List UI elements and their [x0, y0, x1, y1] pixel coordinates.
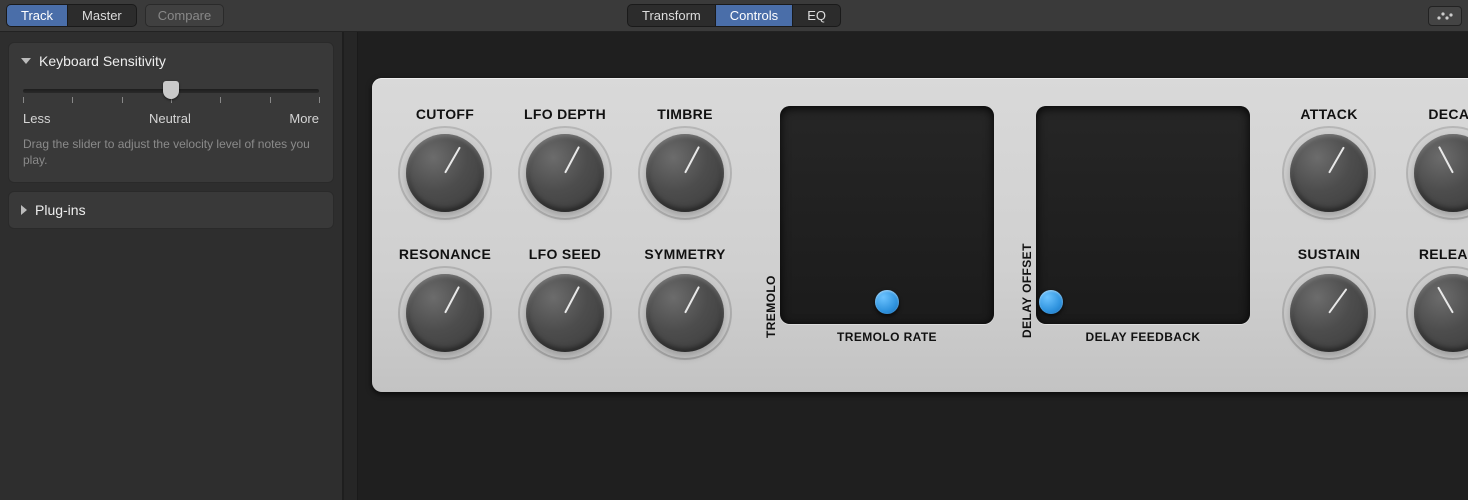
tab-eq[interactable]: EQ — [793, 5, 840, 26]
panel-keyboard-sensitivity: Keyboard Sensitivity Less Neutral — [8, 42, 334, 183]
panel-title: Plug-ins — [35, 202, 86, 218]
knob-cell-attack: ATTACK — [1274, 106, 1384, 212]
tab-track[interactable]: Track — [7, 5, 68, 26]
chevron-down-icon — [21, 58, 31, 64]
knob-cell-decay: DECAY — [1398, 106, 1468, 212]
knob-label: RESONANCE — [392, 246, 498, 262]
slider-label-more: More — [289, 111, 319, 126]
knob-cell-lfo-seed: LFO SEED — [512, 246, 618, 352]
xy-y-label: DELAY OFFSET — [1018, 124, 1034, 338]
knob-cell-lfo-depth: LFO DEPTH — [512, 106, 618, 212]
smart-controls-device: CUTOFF LFO DEPTH TIMBRE RESONANCE LFO SE… — [372, 78, 1468, 392]
knob-resonance[interactable] — [406, 274, 484, 352]
center-tab-group: Transform Controls EQ — [627, 4, 841, 27]
knob-label: RELEASE — [1398, 246, 1468, 262]
tab-transform[interactable]: Transform — [628, 5, 716, 26]
knob-cell-cutoff: CUTOFF — [392, 106, 498, 212]
slider-label-neutral: Neutral — [149, 111, 191, 126]
tab-master[interactable]: Master — [68, 5, 136, 26]
knob-label: DECAY — [1398, 106, 1468, 122]
knob-release[interactable] — [1414, 274, 1468, 352]
xy-pad-delay[interactable] — [1036, 106, 1250, 324]
slider-label-less: Less — [23, 111, 50, 126]
panel-title: Keyboard Sensitivity — [39, 53, 166, 69]
xy-y-label: TREMOLO — [762, 124, 778, 338]
main: Keyboard Sensitivity Less Neutral — [0, 32, 1468, 500]
knob-symmetry[interactable] — [646, 274, 724, 352]
sidebar: Keyboard Sensitivity Less Neutral — [0, 32, 344, 500]
xy-pad-tremolo[interactable] — [780, 106, 994, 324]
knob-lfo-seed[interactable] — [526, 274, 604, 352]
velocity-slider[interactable] — [23, 83, 319, 109]
knob-label: CUTOFF — [392, 106, 498, 122]
panel-header-plugins[interactable]: Plug-ins — [9, 192, 333, 228]
knob-cutoff[interactable] — [406, 134, 484, 212]
knob-label: SYMMETRY — [632, 246, 738, 262]
knob-sustain[interactable] — [1290, 274, 1368, 352]
knob-label: LFO DEPTH — [512, 106, 618, 122]
panel-header-keyboard-sensitivity[interactable]: Keyboard Sensitivity — [9, 43, 333, 79]
xy-puck[interactable] — [875, 290, 899, 314]
knob-attack[interactable] — [1290, 134, 1368, 212]
left-tab-group: Track Master — [6, 4, 137, 27]
smart-controls-icon[interactable] — [1428, 6, 1462, 26]
xy-wrap-tremolo: TREMOLO TREMOLO RATE — [762, 106, 994, 344]
editor-area: CUTOFF LFO DEPTH TIMBRE RESONANCE LFO SE… — [358, 32, 1468, 500]
knob-label: SUSTAIN — [1274, 246, 1384, 262]
knob-cell-timbre: TIMBRE — [632, 106, 738, 212]
panel-hint: Drag the slider to adjust the velocity l… — [23, 136, 319, 168]
slider-labels: Less Neutral More — [23, 111, 319, 126]
knob-label: LFO SEED — [512, 246, 618, 262]
compare-button[interactable]: Compare — [145, 4, 224, 27]
knob-cell-sustain: SUSTAIN — [1274, 246, 1384, 352]
xy-puck[interactable] — [1039, 290, 1063, 314]
chevron-right-icon — [21, 205, 27, 215]
knob-cell-release: RELEASE — [1398, 246, 1468, 352]
xy-x-label: TREMOLO RATE — [837, 330, 937, 344]
tab-controls[interactable]: Controls — [716, 5, 793, 26]
vertical-scrollbar[interactable] — [344, 32, 358, 500]
knob-lfo-depth[interactable] — [526, 134, 604, 212]
knob-grid-left: CUTOFF LFO DEPTH TIMBRE RESONANCE LFO SE… — [392, 106, 738, 352]
knob-cell-resonance: RESONANCE — [392, 246, 498, 352]
knob-label: TIMBRE — [632, 106, 738, 122]
knob-label: ATTACK — [1274, 106, 1384, 122]
xy-x-label: DELAY FEEDBACK — [1086, 330, 1201, 344]
knob-decay[interactable] — [1414, 134, 1468, 212]
knob-grid-right: ATTACK DECAY SUSTAIN RELEASE — [1274, 106, 1468, 352]
knob-timbre[interactable] — [646, 134, 724, 212]
knob-cell-symmetry: SYMMETRY — [632, 246, 738, 352]
panel-plugins: Plug-ins — [8, 191, 334, 229]
toolbar: Track Master Compare Transform Controls … — [0, 0, 1468, 32]
xy-wrap-delay: DELAY OFFSET DELAY FEEDBACK — [1018, 106, 1250, 344]
slider-thumb[interactable] — [163, 81, 179, 99]
